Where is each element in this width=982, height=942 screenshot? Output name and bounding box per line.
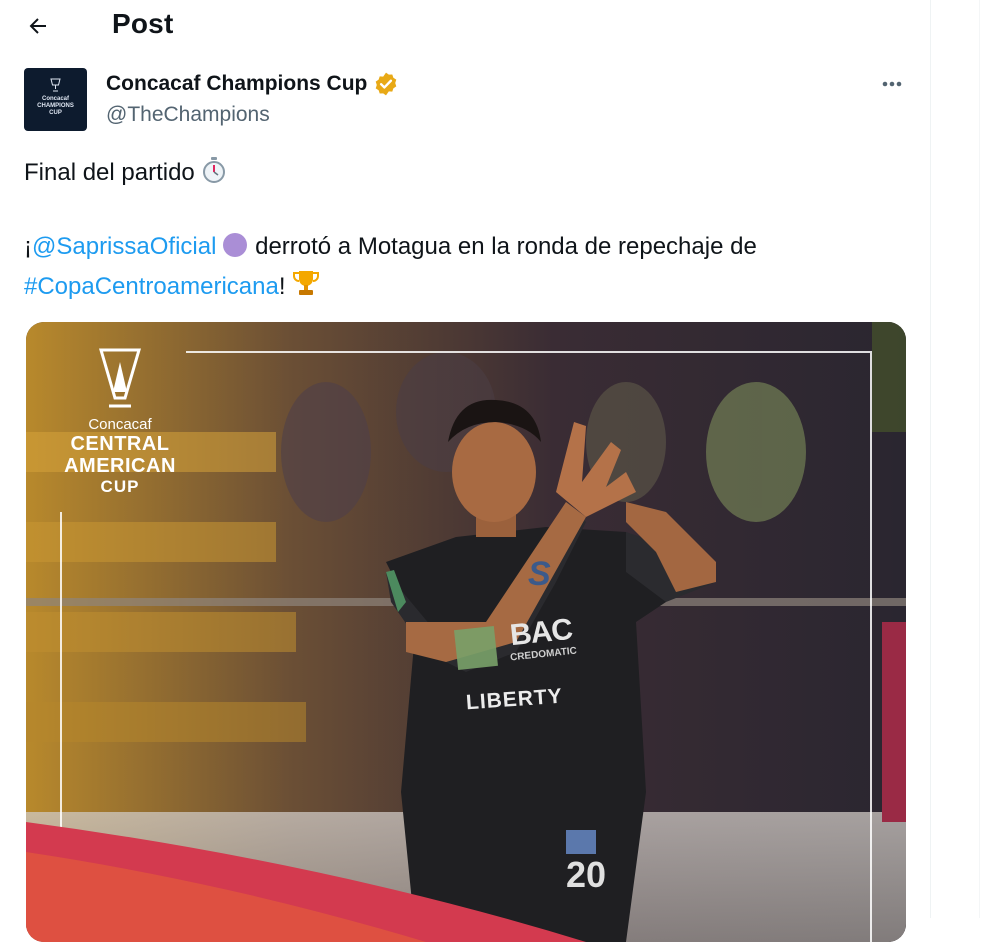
back-button[interactable] (20, 8, 56, 44)
avatar-text: CUP (49, 110, 62, 116)
post-header: Post (0, 0, 930, 52)
purple-circle-icon (222, 232, 248, 258)
tweet-text-line: Final del partido (24, 156, 227, 188)
mention-link[interactable]: @SaprissaOficial (32, 233, 216, 260)
hashtag-link[interactable]: #CopaCentroamericana (24, 273, 279, 300)
jersey-number: 20 (566, 854, 607, 895)
logo-text: Concacaf (88, 416, 152, 433)
central-american-cup-logo: Concacaf CENTRAL AMERICAN CUP (62, 348, 178, 498)
jersey-crest: S (528, 555, 551, 593)
tweet-text: derrotó a Motagua en la ronda de repecha… (255, 233, 757, 260)
logo-text: CUP (100, 477, 140, 496)
sidebar-edge (979, 0, 980, 918)
author-handle[interactable]: @TheChampions (106, 103, 270, 127)
cup-trophy-icon (99, 348, 141, 408)
tweet-text: ¡ (24, 233, 32, 260)
right-sidebar (931, 0, 982, 918)
trophy-icon (291, 268, 321, 298)
more-horizontal-icon (882, 81, 902, 87)
logo-text: AMERICAN (64, 455, 176, 477)
avatar[interactable]: Concacaf CHAMPIONS CUP (24, 68, 87, 131)
page-title: Post (112, 8, 174, 39)
tweet-text: Final del partido (24, 159, 195, 186)
author-name-row: Concacaf Champions Cup (106, 70, 399, 98)
tweet-text-line: ¡@SaprissaOficial derrotó a Motagua en l… (24, 232, 757, 262)
verified-badge-icon[interactable] (373, 71, 399, 97)
avatar-text: Concacaf (41, 96, 69, 102)
logo-text: CENTRAL (70, 433, 170, 455)
tweet-media-image[interactable]: Concacaf CENTRAL AMERICAN CUP S BAC CRED… (26, 322, 906, 942)
stopwatch-icon (201, 156, 227, 184)
post-main-column: Post Concacaf CHAMPIONS CUP Concacaf Cha… (0, 0, 930, 942)
tweet-text-line: #CopaCentroamericana! (24, 268, 321, 302)
author-display-name[interactable]: Concacaf Champions Cup (106, 72, 367, 96)
champions-cup-logo-icon (50, 78, 61, 92)
avatar-text: CHAMPIONS (37, 103, 74, 109)
arrow-left-icon (29, 18, 46, 34)
tweet-text: ! (278, 273, 286, 300)
more-options-button[interactable] (872, 70, 912, 98)
